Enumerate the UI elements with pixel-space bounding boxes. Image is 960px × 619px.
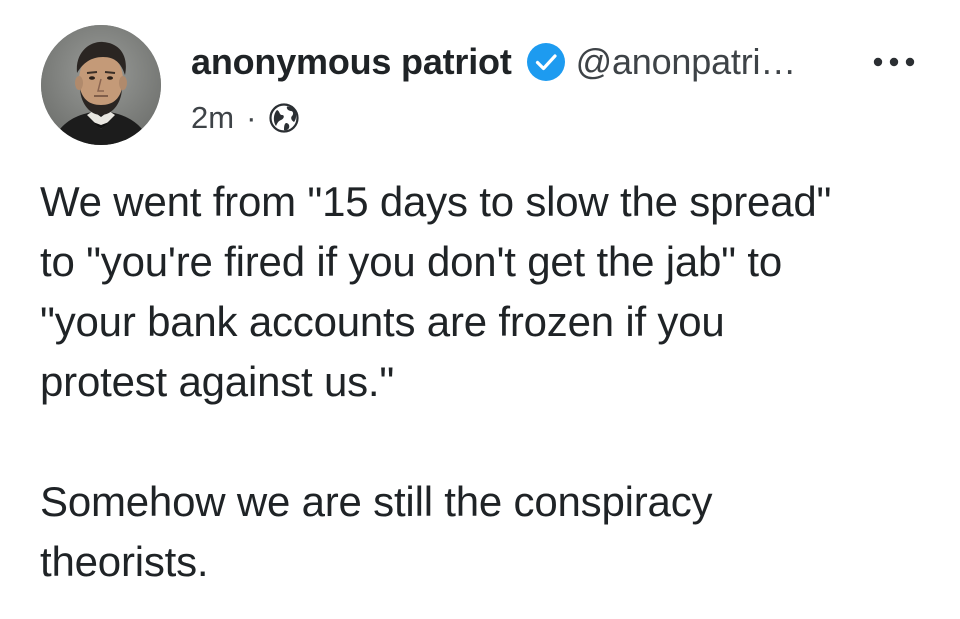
portrait-avatar-image [41, 25, 161, 145]
post-timestamp[interactable]: 2m [191, 100, 234, 136]
avatar[interactable] [41, 25, 161, 145]
more-options-button[interactable] [868, 47, 920, 77]
post-body-paragraph: We went from "15 days to slow the spread… [40, 178, 832, 405]
author-display-name[interactable]: anonymous patriot [191, 41, 512, 83]
author-row: anonymous patriot @anonpatri… [191, 38, 796, 86]
social-post: anonymous patriot @anonpatri… 2m · We we… [0, 0, 960, 619]
globe-icon [268, 102, 300, 134]
meta-separator: · [246, 100, 257, 135]
post-body: We went from "15 days to slow the spread… [40, 172, 940, 592]
post-body-paragraph: Somehow we are still the conspiracy theo… [40, 478, 713, 585]
ellipsis-icon [873, 57, 915, 67]
verified-badge-icon [526, 42, 566, 82]
post-meta-row: 2m · [191, 98, 300, 138]
author-handle[interactable]: @anonpatri… [576, 41, 797, 83]
